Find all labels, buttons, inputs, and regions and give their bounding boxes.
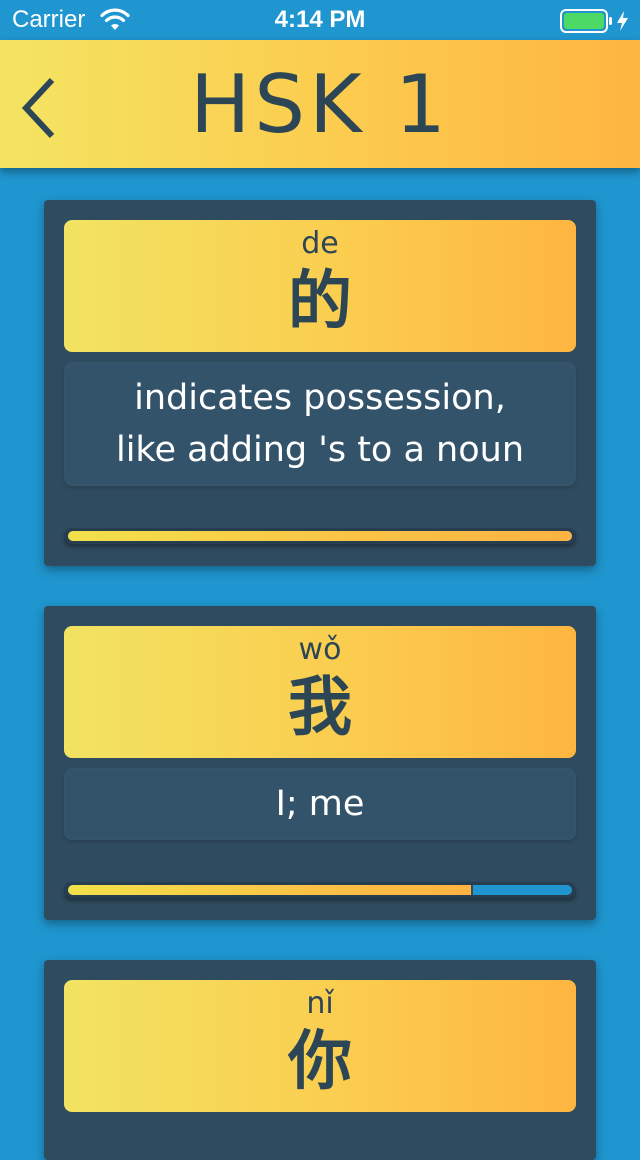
progress-bar — [64, 528, 576, 544]
page-title: HSK 1 — [190, 58, 450, 151]
progress-bar — [64, 882, 576, 898]
word-face[interactable]: wǒ 我 — [64, 626, 576, 758]
meaning-box: I; me — [64, 768, 576, 840]
progress-track — [68, 531, 572, 541]
word-face[interactable]: de 的 — [64, 220, 576, 352]
progress-track — [68, 885, 572, 895]
meaning-box: indicates possession, like adding 's to … — [64, 362, 576, 486]
hanzi-label: 的 — [288, 265, 352, 339]
status-bar: Carrier 4:14 PM — [0, 0, 640, 40]
hanzi-label: 我 — [288, 671, 352, 745]
vocab-card[interactable]: nǐ 你 — [44, 960, 596, 1160]
pinyin-label: nǐ — [306, 986, 334, 1021]
progress-fill — [68, 885, 474, 895]
status-time: 4:14 PM — [274, 6, 366, 33]
pinyin-label: de — [301, 226, 339, 261]
pinyin-label: wǒ — [298, 632, 342, 667]
vocab-card[interactable]: wǒ 我 I; me — [44, 606, 596, 920]
hanzi-label: 你 — [288, 1025, 352, 1099]
battery-charging-icon — [560, 9, 628, 33]
vocab-card[interactable]: de 的 indicates possession, like adding '… — [44, 200, 596, 566]
nav-bar: HSK 1 — [0, 40, 640, 168]
word-face[interactable]: nǐ 你 — [64, 980, 576, 1112]
progress-fill — [68, 531, 572, 541]
